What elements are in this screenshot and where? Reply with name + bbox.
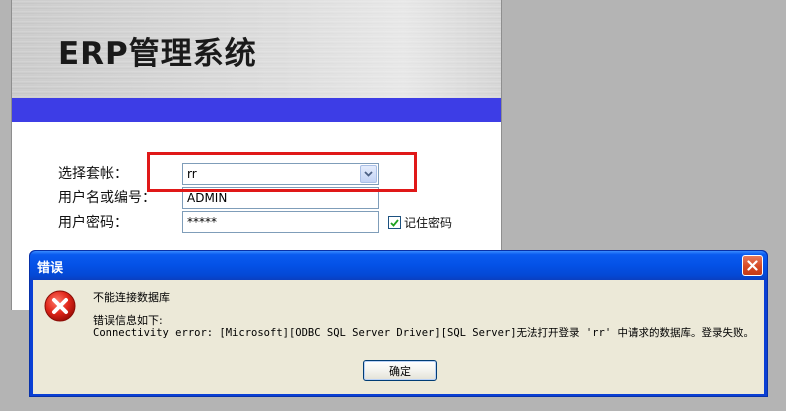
close-icon[interactable] bbox=[742, 255, 763, 276]
screen: ERP管理系统 选择套帐： 用户名或编号： 用户密码： rr ADMIN ***… bbox=[0, 0, 786, 411]
error-dialog: 错误 不能连接数据库 错误信息如下: Connectivity error: [… bbox=[29, 250, 768, 397]
app-title: ERP管理系统 bbox=[58, 36, 257, 72]
username-label: 用户名或编号： bbox=[58, 190, 156, 206]
password-value: ***** bbox=[187, 215, 217, 229]
dialog-body: 不能连接数据库 错误信息如下: Connectivity error: [Mic… bbox=[33, 280, 764, 394]
highlight-box bbox=[147, 152, 417, 192]
banner-stripe bbox=[12, 98, 501, 122]
password-field[interactable]: ***** bbox=[182, 211, 379, 233]
ok-button[interactable]: 确定 bbox=[363, 360, 437, 381]
checkmark-icon[interactable] bbox=[388, 216, 401, 229]
dialog-titlebar[interactable]: 错误 bbox=[30, 251, 767, 280]
error-message: 不能连接数据库 bbox=[93, 291, 170, 304]
remember-password-label: 记住密码 bbox=[404, 216, 453, 230]
dialog-title: 错误 bbox=[37, 261, 64, 276]
banner: ERP管理系统 bbox=[12, 0, 501, 98]
password-label: 用户密码： bbox=[58, 215, 128, 231]
error-icon bbox=[43, 289, 77, 323]
username-value: ADMIN bbox=[187, 191, 228, 205]
remember-password-checkbox[interactable]: 记住密码 bbox=[388, 214, 452, 231]
account-label: 选择套帐： bbox=[58, 166, 128, 182]
error-detail: Connectivity error: [Microsoft][ODBC SQL… bbox=[93, 327, 754, 339]
